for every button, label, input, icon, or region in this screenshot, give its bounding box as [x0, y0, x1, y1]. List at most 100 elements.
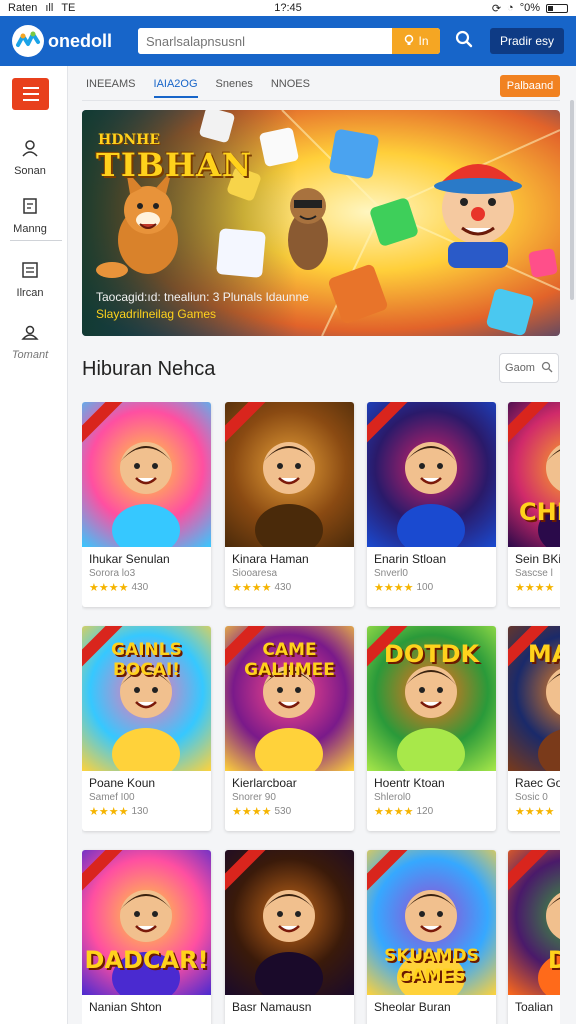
- game-card[interactable]: CAME GALIIMEE Kierlarcboar Snorer 90 ★★★★ 53…: [225, 626, 354, 831]
- game-card[interactable]: GAINLS BOCAI! Poane Koun Samef I00 ★★★★ 130: [82, 626, 211, 831]
- game-title: Hoentr Ktoan: [374, 776, 445, 790]
- star-rating-icon: ★★★★: [374, 582, 414, 594]
- rating-count: 430: [131, 582, 149, 593]
- game-title: Poane Koun: [89, 776, 156, 790]
- game-thumbnail: [225, 850, 354, 995]
- thumbnail-title: SKUAMDS GAMES: [384, 946, 479, 986]
- game-thumbnail: CHI TOL: [508, 402, 560, 547]
- search-input[interactable]: [138, 28, 392, 54]
- star-rating-icon: ★★★★: [232, 806, 272, 818]
- star-rating-icon: ★★★★: [374, 806, 414, 818]
- game-meta: Shlerol0: [374, 792, 411, 803]
- search-box: In: [138, 28, 440, 54]
- banner-subtitle: Slayadrilneilag Games: [96, 307, 217, 321]
- game-title: Sein BKiy: [515, 552, 560, 566]
- game-rating: ★★★★ 100: [367, 579, 496, 594]
- game-meta: Sosic 0: [515, 792, 548, 803]
- menu-bar: [22, 99, 39, 101]
- thumbnail-title: DOI: [547, 946, 560, 974]
- search-button[interactable]: [444, 26, 484, 56]
- tab-ineeams[interactable]: INEEAMS: [86, 78, 136, 98]
- game-thumbnail: GAINLS BOCAI!: [82, 626, 211, 771]
- game-thumbnail: MA DA: [508, 626, 560, 771]
- game-card[interactable]: SKUAMDS GAMES Sheolar Buran: [367, 850, 496, 1024]
- star-rating-icon: ★★★★: [232, 582, 272, 594]
- game-card[interactable]: DOI Toalian: [508, 850, 560, 1024]
- rating-count: 530: [274, 806, 292, 817]
- character-illustration: [255, 890, 323, 995]
- list-icon: [20, 260, 40, 283]
- sidebar-item-label: Ilrcan: [16, 287, 44, 299]
- palbaand-button[interactable]: Palbaand: [500, 75, 560, 97]
- user-group-icon: [20, 322, 40, 345]
- star-rating-icon: ★★★★: [89, 582, 129, 594]
- sidebar-item-ilrcan[interactable]: Ilrcan: [0, 260, 60, 299]
- brand-logo[interactable]: onedoll: [12, 25, 112, 57]
- game-thumbnail: DADCAR!: [82, 850, 211, 995]
- game-card[interactable]: Ihukar Senulan Sorora lo3 ★★★★ 430: [82, 402, 211, 607]
- sidebar-item-tomant[interactable]: Tomant: [0, 322, 60, 361]
- sidebar-item-manng[interactable]: Manng: [0, 196, 60, 235]
- hero-banner[interactable]: HDNHE TIBHAN Taocagid:ıd: tnealiun: 3 Pl…: [82, 110, 560, 336]
- game-title: Kinara Haman: [232, 552, 309, 566]
- game-thumbnail: [225, 402, 354, 547]
- star-rating-icon: ★★★★: [89, 806, 129, 818]
- game-thumbnail: [367, 402, 496, 547]
- user-icon: [20, 138, 40, 161]
- game-card[interactable]: DOTDK Hoentr Ktoan Shlerol0 ★★★★ 120: [367, 626, 496, 831]
- logo-mark-icon: [12, 25, 44, 57]
- bulb-icon: [403, 34, 415, 49]
- section-title: Hiburan Nehca: [82, 358, 216, 380]
- battery-icon: [546, 3, 568, 13]
- sidebar: Sonan Manng Ilrcan Tomant: [0, 66, 68, 1024]
- game-title: Raec God: [515, 776, 560, 790]
- hamburger-menu-button[interactable]: [12, 78, 49, 110]
- document-icon: [20, 196, 40, 219]
- character-illustration: [397, 442, 465, 547]
- game-meta: Snorer 90: [232, 792, 276, 803]
- header-cta-button[interactable]: Pradir esy: [490, 28, 564, 54]
- game-card[interactable]: Enarin Stloan Snverl0 ★★★★ 100: [367, 402, 496, 607]
- sidebar-item-sonan[interactable]: Sonan: [0, 138, 60, 177]
- game-thumbnail: DOTDK: [367, 626, 496, 771]
- tab-snenes[interactable]: Snenes: [216, 78, 253, 98]
- banner-caption: Taocagid:ıd: tnealiun: 3 Plunals Idaunne: [96, 290, 309, 304]
- filter-search-button[interactable]: Gaom: [499, 353, 559, 383]
- sidebar-item-label: Manng: [13, 223, 47, 235]
- game-thumbnail: DOI: [508, 850, 560, 995]
- search-icon: [541, 361, 553, 376]
- rating-count: 130: [131, 806, 149, 817]
- game-card[interactable]: MA DA Raec God Sosic 0 ★★★★: [508, 626, 560, 831]
- rating-count: 100: [416, 582, 434, 593]
- status-time: 1?:45: [274, 2, 302, 14]
- game-card[interactable]: Kinara Haman Siooaresa ★★★★ 430: [225, 402, 354, 607]
- brand-name: onedoll: [48, 30, 112, 51]
- game-meta: Samef I00: [89, 792, 135, 803]
- game-title: Basr Namausn: [232, 1000, 312, 1014]
- category-tabs: INEEAMS IAIA2OG Snenes NNOES: [86, 78, 310, 98]
- game-rating: ★★★★: [508, 803, 560, 818]
- raccoon-character: [288, 188, 328, 270]
- game-thumbnail: CAME GALIIMEE: [225, 626, 354, 771]
- game-card[interactable]: Basr Namausn: [225, 850, 354, 1024]
- game-title: Kierlarcboar: [232, 776, 297, 790]
- game-title: Enarin Stloan: [374, 552, 447, 566]
- character-illustration: [255, 442, 323, 547]
- rating-count: 430: [274, 582, 292, 593]
- star-rating-icon: ★★★★: [515, 582, 555, 594]
- search-go-button[interactable]: In: [392, 28, 440, 54]
- scrollbar[interactable]: [570, 100, 574, 300]
- tab-iaia2og[interactable]: IAIA2OG: [153, 78, 198, 98]
- game-meta: Siooaresa: [232, 568, 278, 579]
- game-card[interactable]: DADCAR! Nanian Shton: [82, 850, 211, 1024]
- app-header: onedoll In Pradir esy: [0, 16, 576, 66]
- filter-label: Gaom: [505, 362, 535, 374]
- game-rating: ★★★★ 430: [82, 579, 211, 594]
- search-icon: [455, 30, 473, 53]
- sidebar-item-label: Tomant: [11, 349, 49, 361]
- tab-nnoes[interactable]: NNOES: [271, 78, 310, 98]
- menu-bar: [22, 93, 39, 95]
- status-bar: Raten ıll TE 1?:45 ⟳ ◔ °0%: [0, 0, 576, 16]
- sidebar-item-label: Sonan: [14, 165, 46, 177]
- game-card[interactable]: CHI TOL Sein BKiy Sascse l ★★★★: [508, 402, 560, 607]
